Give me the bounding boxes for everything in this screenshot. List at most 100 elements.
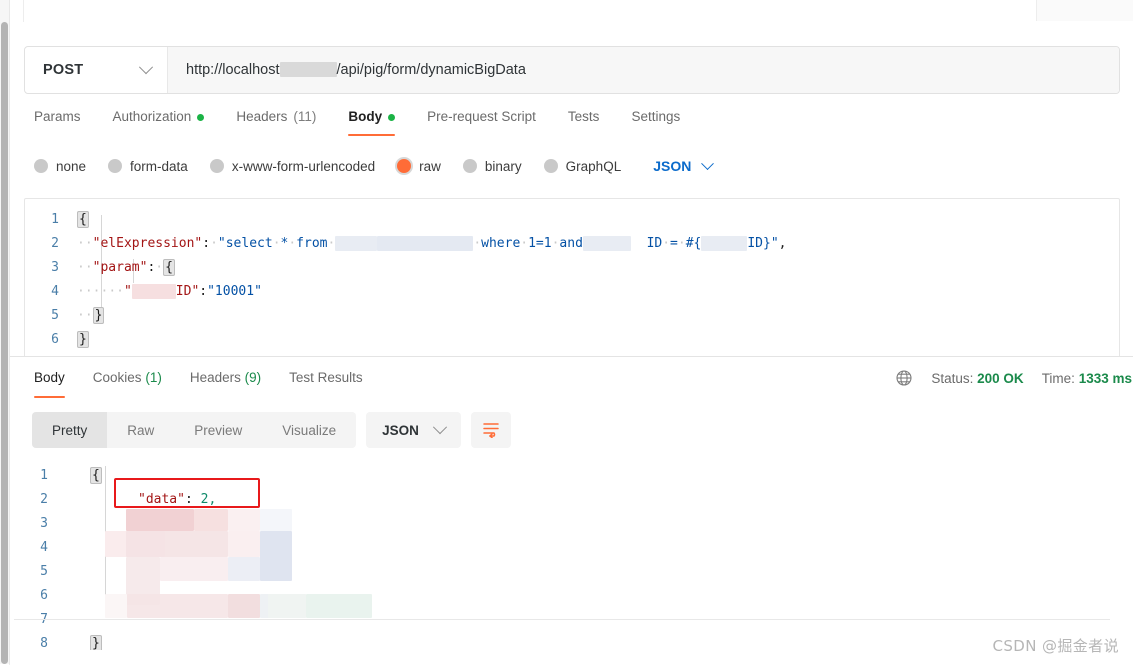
redacted-response-block [228, 509, 260, 531]
code-text: { [90, 467, 102, 484]
panel-left-edge [23, 0, 24, 22]
line-number: 6 [40, 588, 48, 603]
watermark: CSDN @掘金者说 [992, 637, 1119, 655]
redacted-column-prefix [582, 236, 631, 251]
response-data-value: 2, [200, 492, 217, 507]
line-number: 5 [40, 564, 48, 579]
radio-icon [209, 159, 224, 173]
body-format-label: JSON [653, 158, 692, 174]
response-tab-body[interactable]: Body [20, 369, 79, 399]
view-mode-pretty[interactable]: Pretty [32, 412, 108, 448]
status-value: 200 OK [977, 370, 1024, 386]
code-line: 6 } [25, 328, 1119, 352]
response-format-select[interactable]: JSON [366, 412, 461, 448]
page-scrollbar[interactable] [0, 0, 10, 664]
body-type-binary[interactable]: binary [462, 159, 522, 174]
view-mode-raw[interactable]: Raw [107, 412, 174, 448]
response-tab-cookies-label: Cookies [92, 370, 142, 385]
body-type-graphql[interactable]: GraphQL [543, 158, 622, 174]
tab-authorization[interactable]: Authorization [97, 108, 221, 138]
tab-settings[interactable]: Settings [615, 108, 696, 138]
wrap-lines-button[interactable] [470, 412, 511, 448]
line-number: 5 [51, 308, 59, 323]
url-bar: POST http://localhost/api/pig/form/dynam… [24, 46, 1120, 94]
tab-tests[interactable]: Tests [552, 108, 616, 138]
response-tab-bar: Body Cookies (1) Headers (9) Test Result… [20, 369, 377, 399]
redacted-response-block [260, 509, 292, 531]
tab-pre-request-script[interactable]: Pre-request Script [411, 108, 552, 138]
response-format-label: JSON [382, 422, 419, 438]
response-tab-headers[interactable]: Headers (9) [176, 369, 275, 399]
line-number: 3 [40, 516, 48, 531]
tab-headers-label: Headers [236, 109, 288, 124]
body-type-form-data[interactable]: form-data [108, 159, 188, 174]
scrollbar-thumb[interactable] [1, 22, 8, 664]
request-tab-bar: Params Authorization Headers (11) Body P… [24, 108, 1120, 144]
response-tab-cookies[interactable]: Cookies (1) [79, 369, 176, 399]
body-type-urlencoded[interactable]: x-www-form-urlencoded [209, 158, 376, 174]
code-line: 1 { [25, 208, 1119, 232]
request-body-editor[interactable]: 1 { 2 ··"elExpression":·"select·*·from· ·… [24, 198, 1120, 364]
radio-selected-icon [397, 159, 412, 173]
top-right-tab-stub[interactable] [1036, 0, 1133, 21]
tab-headers-count: (11) [293, 109, 317, 124]
url-prefix-text: http://localhost [186, 62, 280, 78]
request-panel: POST http://localhost/api/pig/form/dynam… [9, 22, 1133, 364]
redacted-response-block [228, 531, 260, 557]
line-number: 4 [40, 540, 48, 555]
redacted-response-block [228, 594, 260, 618]
line-number: 7 [14, 608, 62, 632]
url-suffix-text: /api/pig/form/dynamicBigData [336, 62, 526, 78]
body-type-none[interactable]: none [34, 159, 86, 174]
body-type-raw[interactable]: raw [397, 159, 441, 174]
body-type-graphql-label: GraphQL [565, 158, 622, 174]
response-toolbar: Pretty Raw Preview Visualize JSON [32, 412, 511, 448]
body-type-raw-label: raw [419, 158, 441, 174]
line-number: 1 [40, 468, 48, 483]
response-status-bar: Status: 200 OK Time: 1333 ms [895, 369, 1132, 387]
status-label: Status: [931, 370, 974, 386]
redacted-response-block [105, 594, 127, 618]
view-mode-raw-label: Raw [127, 422, 155, 438]
radio-icon [108, 159, 123, 173]
redacted-response-block [160, 557, 228, 581]
line-number: 8 [40, 636, 48, 650]
view-mode-visualize[interactable]: Visualize [262, 412, 356, 448]
url-redacted-block [279, 62, 337, 77]
tab-body[interactable]: Body [332, 108, 411, 138]
body-type-radio-group: none form-data x-www-form-urlencoded raw… [34, 156, 715, 174]
tab-body-label: Body [348, 109, 383, 124]
view-mode-visualize-label: Visualize [282, 422, 337, 438]
chevron-down-icon [432, 420, 447, 435]
code-text: } [77, 331, 89, 348]
url-input[interactable]: http://localhost/api/pig/form/dynamicBig… [168, 47, 1119, 93]
response-editor-bottom-divider [14, 619, 1110, 620]
response-tab-test-results-label: Test Results [289, 370, 363, 385]
code-text: } [90, 635, 102, 650]
response-tab-cookies-count: (1) [145, 370, 162, 385]
code-text: ······" ID":"10001" [77, 284, 262, 299]
globe-icon[interactable] [895, 369, 913, 387]
tab-headers[interactable]: Headers (11) [220, 108, 332, 138]
time-badge[interactable]: Time: 1333 ms [1042, 371, 1132, 386]
chevron-down-icon [138, 60, 154, 75]
line-number: 1 [51, 212, 59, 227]
redacted-param-prefix [701, 236, 748, 251]
response-tab-test-results[interactable]: Test Results [275, 369, 377, 399]
tab-params[interactable]: Params [24, 108, 97, 138]
window-top-strip [9, 0, 1133, 23]
code-line: 2 ··"elExpression":·"select·*·from· ·wher… [25, 232, 1119, 256]
http-method-select[interactable]: POST [25, 47, 168, 93]
line-number: 6 [51, 332, 59, 347]
view-mode-preview-label: Preview [194, 422, 243, 438]
time-value: 1333 ms [1078, 370, 1132, 386]
wrap-lines-icon [481, 420, 501, 441]
status-badge[interactable]: Status: 200 OK [931, 371, 1023, 386]
response-data-key: "data" [138, 492, 185, 507]
code-line: 8 } [14, 632, 1110, 650]
body-format-select[interactable]: JSON [653, 156, 715, 174]
view-mode-preview[interactable]: Preview [174, 412, 262, 448]
redacted-table-name [335, 236, 378, 251]
redacted-response-block [228, 557, 260, 581]
body-type-urlencoded-label: x-www-form-urlencoded [231, 158, 376, 174]
